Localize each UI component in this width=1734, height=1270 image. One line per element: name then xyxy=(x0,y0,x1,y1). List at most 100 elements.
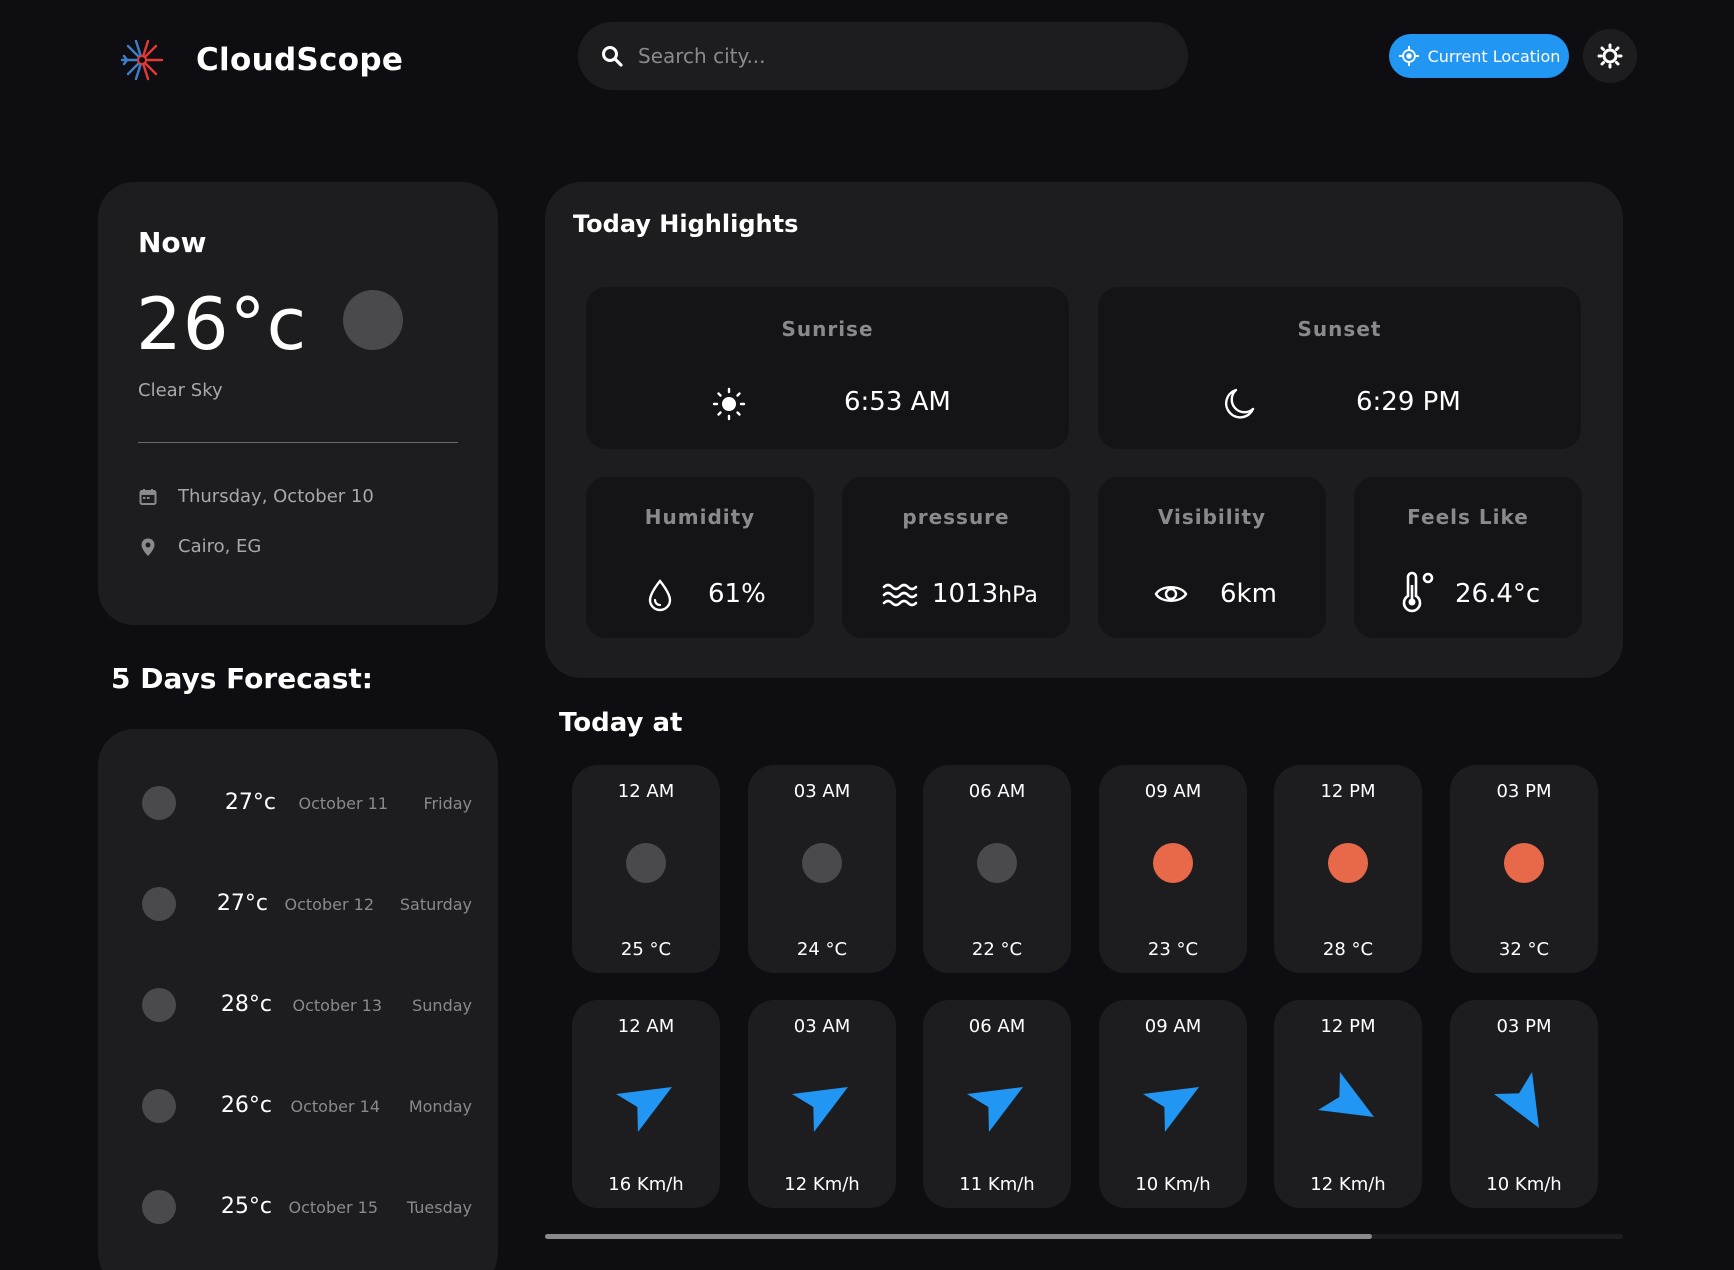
pressure-number: 1013 xyxy=(932,579,999,609)
highlights-title: Today Highlights xyxy=(573,210,799,238)
now-title: Now xyxy=(138,226,207,259)
forecast-date: October 13 xyxy=(292,996,382,1015)
location-row: Cairo, EG xyxy=(138,536,261,557)
weather-icon xyxy=(802,843,842,883)
forecast-date: October 11 xyxy=(298,794,388,813)
wind-card: 12 PM 12 Km/h xyxy=(1274,1000,1422,1208)
weather-description: Clear Sky xyxy=(138,380,223,401)
wind-time: 12 AM xyxy=(617,1016,675,1037)
search-bar[interactable] xyxy=(578,22,1188,90)
wind-time: 06 AM xyxy=(968,1016,1026,1037)
horizontal-scrollbar-thumb[interactable] xyxy=(545,1234,1372,1239)
hour-time: 03 PM xyxy=(1496,781,1552,802)
weather-condition-icon xyxy=(343,290,403,350)
forecast-date: October 15 xyxy=(288,1198,378,1217)
sunset-label: Sunset xyxy=(1297,317,1382,341)
wind-direction-icon xyxy=(1143,1087,1199,1133)
hour-temp: 28 °C xyxy=(1322,939,1374,960)
forecast-row: 28°c October 13 Sunday xyxy=(142,984,472,1024)
pressure-unit: hPa xyxy=(998,583,1038,608)
hour-time: 03 AM xyxy=(793,781,851,802)
forecast-temp: 25°c xyxy=(220,1194,272,1219)
current-location-button[interactable]: Current Location xyxy=(1389,34,1569,78)
hour-temp: 22 °C xyxy=(971,939,1023,960)
sunrise-time: 6:53 AM xyxy=(844,387,951,417)
forecast-row: 26°c October 14 Monday xyxy=(142,1085,472,1125)
sun-icon xyxy=(712,387,746,421)
hour-time: 12 AM xyxy=(617,781,675,802)
forecast-day: Monday xyxy=(408,1097,472,1116)
humidity-value: 61% xyxy=(708,579,766,609)
weather-icon xyxy=(977,843,1017,883)
hourly-card: 12 AM 25 °C xyxy=(572,765,720,973)
weather-icon xyxy=(1328,843,1368,883)
visibility-panel: Visibility 6km xyxy=(1098,477,1326,638)
logo[interactable]: CloudScope xyxy=(118,36,403,84)
wind-direction-icon xyxy=(792,1087,848,1133)
sunrise-label: Sunrise xyxy=(781,317,874,341)
hour-time: 09 AM xyxy=(1144,781,1202,802)
waves-icon xyxy=(882,583,918,607)
theme-toggle-button[interactable] xyxy=(1583,29,1637,83)
forecast-date: October 14 xyxy=(290,1097,380,1116)
eye-icon xyxy=(1154,586,1188,602)
hour-time: 12 PM xyxy=(1320,781,1376,802)
wind-speed: 10 Km/h xyxy=(1486,1174,1562,1195)
app-name: CloudScope xyxy=(196,42,404,78)
forecast-day: Friday xyxy=(423,794,473,813)
search-icon xyxy=(602,46,623,67)
divider xyxy=(138,442,458,443)
today-at-title: Today at xyxy=(559,708,683,738)
hourly-card: 03 PM 32 °C xyxy=(1450,765,1598,973)
wind-card: 09 AM 10 Km/h xyxy=(1099,1000,1247,1208)
calendar-icon xyxy=(139,488,157,505)
date-row: Thursday, October 10 xyxy=(138,486,374,507)
visibility-value: 6km xyxy=(1220,579,1277,609)
hour-temp: 23 °C xyxy=(1147,939,1199,960)
forecast-weather-icon xyxy=(142,887,176,921)
forecast-temp: 27°c xyxy=(216,891,268,916)
location-pin-icon xyxy=(141,538,155,556)
wind-speed: 10 Km/h xyxy=(1135,1174,1211,1195)
current-temperature: 26°c xyxy=(136,282,308,366)
hourly-card: 06 AM 22 °C xyxy=(923,765,1071,973)
forecast-weather-icon xyxy=(142,786,176,820)
hour-time: 06 AM xyxy=(968,781,1026,802)
hour-temp: 24 °C xyxy=(796,939,848,960)
weather-icon xyxy=(1153,843,1193,883)
current-location: Cairo, EG xyxy=(178,536,262,557)
current-weather-card: Now 26°c Clear Sky Thursday, October 10 … xyxy=(98,182,498,625)
forecast-row: 27°c October 12 Saturday xyxy=(142,883,472,923)
wind-card: 12 AM 16 Km/h xyxy=(572,1000,720,1208)
hourly-card: 09 AM 23 °C xyxy=(1099,765,1247,973)
forecast-row: 27°c October 11 Friday xyxy=(142,782,472,822)
feels-like-label: Feels Like xyxy=(1407,505,1529,529)
forecast-temp: 26°c xyxy=(220,1093,272,1118)
wind-card: 03 AM 12 Km/h xyxy=(748,1000,896,1208)
water-drop-icon xyxy=(648,579,672,612)
snowflake-sun-logo-icon xyxy=(120,39,164,81)
forecast-card: 27°c October 11 Friday 27°c October 12 S… xyxy=(98,729,498,1270)
hourly-card: 03 AM 24 °C xyxy=(748,765,896,973)
hour-temp: 32 °C xyxy=(1498,939,1550,960)
crosshair-icon xyxy=(1398,45,1419,67)
weather-icon xyxy=(1504,843,1544,883)
feels-like-value: 26.4°c xyxy=(1455,579,1541,609)
wind-direction-icon xyxy=(1494,1071,1539,1128)
current-location-label: Current Location xyxy=(1427,46,1561,66)
wind-speed: 11 Km/h xyxy=(959,1174,1035,1195)
sunset-panel: Sunset 6:29 PM xyxy=(1098,287,1581,449)
pressure-label: pressure xyxy=(902,505,1010,529)
hourly-card: 12 PM 28 °C xyxy=(1274,765,1422,973)
wind-direction-icon xyxy=(1318,1071,1374,1117)
pressure-panel: pressure 1013hPa xyxy=(842,477,1070,638)
forecast-temp: 28°c xyxy=(220,992,272,1017)
forecast-day: Tuesday xyxy=(406,1198,472,1217)
moon-icon xyxy=(1225,388,1255,419)
wind-direction-icon xyxy=(616,1087,672,1133)
highlights-card: Today Highlights Sunrise 6:53 AM Sunset … xyxy=(545,182,1623,678)
humidity-panel: Humidity 61% xyxy=(586,477,814,638)
search-input[interactable] xyxy=(638,44,1158,68)
humidity-label: Humidity xyxy=(644,505,756,529)
forecast-weather-icon xyxy=(142,1089,176,1123)
